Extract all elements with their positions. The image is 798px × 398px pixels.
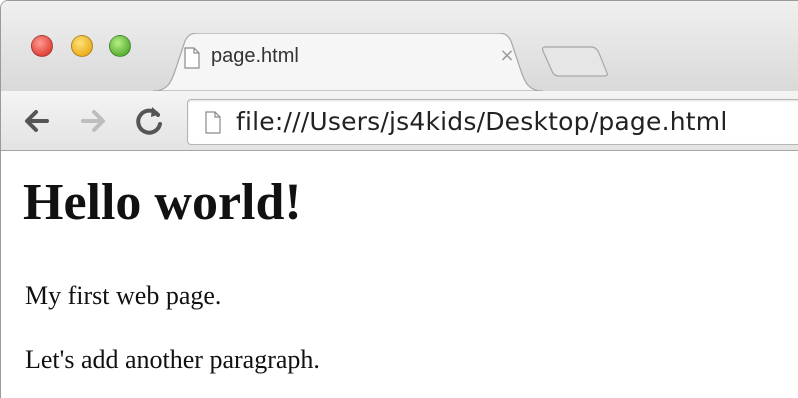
page-content: Hello world! My first web page. Let's ad…: [1, 152, 798, 398]
forward-button[interactable]: [75, 103, 111, 139]
arrow-right-icon: [81, 110, 105, 132]
window-minimize-button[interactable]: [71, 35, 93, 57]
arrow-left-icon: [25, 110, 49, 132]
window-maximize-button[interactable]: [109, 35, 131, 57]
back-button[interactable]: [19, 103, 55, 139]
browser-window: page.html × file:///Users/js4kids/Deskto…: [0, 0, 798, 398]
tab-page-html[interactable]: page.html ×: [153, 33, 543, 91]
window-close-button[interactable]: [31, 35, 53, 57]
new-tab-button[interactable]: [541, 45, 611, 77]
reload-button[interactable]: [131, 103, 167, 139]
address-url: file:///Users/js4kids/Desktop/page.html: [236, 107, 728, 136]
address-bar[interactable]: file:///Users/js4kids/Desktop/page.html: [187, 99, 798, 145]
paragraph-first: My first web page.: [25, 281, 222, 310]
paragraph-second: Let's add another paragraph.: [25, 345, 320, 374]
tab-strip: page.html ×: [1, 1, 798, 91]
reload-icon: [136, 107, 162, 135]
browser-toolbar: file:///Users/js4kids/Desktop/page.html: [1, 91, 798, 151]
tab-title: page.html: [211, 45, 299, 67]
tab-close-button[interactable]: ×: [497, 45, 517, 67]
document-icon: [204, 111, 222, 134]
page-heading: Hello world!: [23, 174, 302, 231]
document-icon: [183, 47, 201, 69]
